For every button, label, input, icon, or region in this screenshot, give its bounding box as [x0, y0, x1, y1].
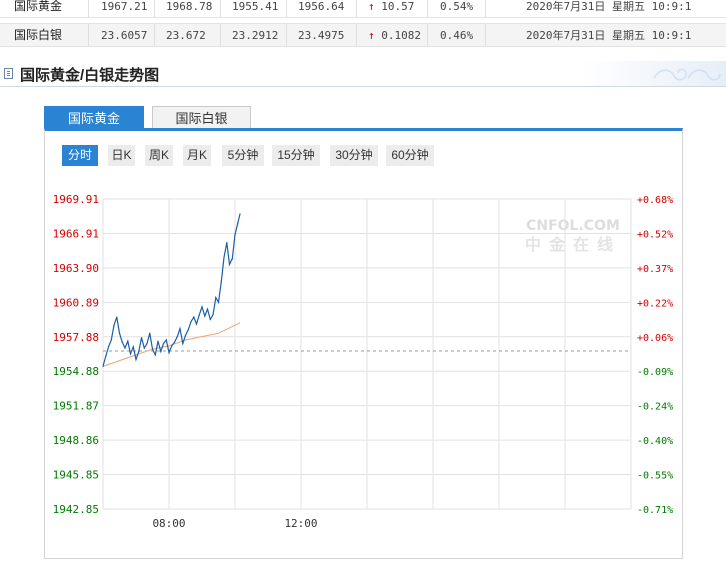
price-point [190, 321, 192, 323]
price-point [113, 324, 115, 326]
price-point [239, 213, 241, 215]
y-tick-label-right: -0.40% [637, 436, 673, 447]
price-point [228, 263, 231, 265]
price-point [217, 301, 220, 303]
price-point [204, 315, 206, 317]
price-line [102, 213, 241, 367]
price-point [160, 350, 162, 353]
price-point [146, 342, 148, 345]
price-point [209, 318, 211, 320]
price-point [176, 336, 178, 338]
price-point [184, 334, 187, 336]
price-point [102, 365, 104, 367]
watermark-logo: CNFOL.COM [526, 218, 620, 234]
y-tick-label-right: -0.09% [637, 367, 673, 378]
price-point [171, 345, 173, 347]
price-point [157, 340, 159, 342]
x-tick-label: 12:00 [284, 517, 317, 530]
x-tick-label: 08:00 [152, 517, 185, 530]
y-tick-label-right: +0.37% [637, 264, 673, 275]
price-point [179, 328, 181, 330]
price-point [129, 353, 132, 355]
price-point [182, 342, 184, 345]
y-tick-label-left: 1945.85 [53, 469, 99, 482]
price-point [143, 347, 145, 349]
price-point [231, 258, 233, 260]
y-tick-label-left: 1942.85 [53, 503, 99, 516]
y-tick-label-right: +0.52% [637, 229, 673, 240]
price-point [187, 329, 189, 331]
price-point [237, 222, 239, 224]
price-point [149, 332, 151, 334]
price-point [151, 348, 154, 350]
y-tick-label-left: 1960.89 [53, 296, 99, 309]
price-point [206, 308, 209, 310]
price-point [105, 355, 107, 357]
price-point [165, 339, 167, 341]
price-point [118, 332, 121, 334]
price-point [116, 316, 118, 318]
price-point [168, 352, 170, 354]
price-point [121, 341, 123, 343]
price-point [138, 350, 140, 353]
y-tick-label-left: 1957.88 [53, 331, 99, 344]
price-point [193, 316, 195, 318]
y-tick-label-left: 1966.91 [53, 227, 99, 240]
price-point [124, 347, 126, 349]
price-point [212, 314, 214, 316]
price-point [107, 346, 110, 348]
y-tick-label-right: -0.55% [637, 471, 673, 482]
price-point [140, 337, 143, 339]
price-point [201, 306, 203, 308]
price-point [220, 281, 222, 283]
watermark-text: 中金在线 [525, 235, 621, 254]
intraday-chart: CNFOL.COM中金在线 1969.91 +0.68% 1966.91 +0.52% 1… [53, 193, 673, 530]
price-point [223, 256, 225, 259]
price-point [162, 342, 165, 345]
y-tick-label-right: +0.68% [637, 195, 673, 206]
y-tick-label-right: +0.06% [637, 333, 673, 344]
price-point [226, 242, 228, 244]
y-tick-label-left: 1969.91 [53, 193, 99, 206]
y-tick-label-left: 1954.88 [53, 365, 99, 378]
y-tick-label-left: 1948.86 [53, 434, 99, 447]
y-tick-label-right: -0.24% [637, 402, 673, 413]
price-point [215, 297, 217, 299]
y-tick-label-right: +0.22% [637, 298, 673, 309]
price-point [173, 341, 176, 343]
y-tick-label-left: 1951.87 [53, 400, 99, 413]
price-point [127, 340, 129, 342]
price-point [135, 358, 137, 361]
price-point [198, 314, 200, 316]
price-point [132, 346, 134, 348]
price-point [154, 354, 156, 356]
price-point [110, 339, 112, 341]
price-point [195, 323, 198, 325]
y-tick-label-right: -0.71% [637, 505, 673, 516]
price-point [234, 234, 236, 236]
y-tick-label-left: 1963.90 [53, 262, 99, 275]
